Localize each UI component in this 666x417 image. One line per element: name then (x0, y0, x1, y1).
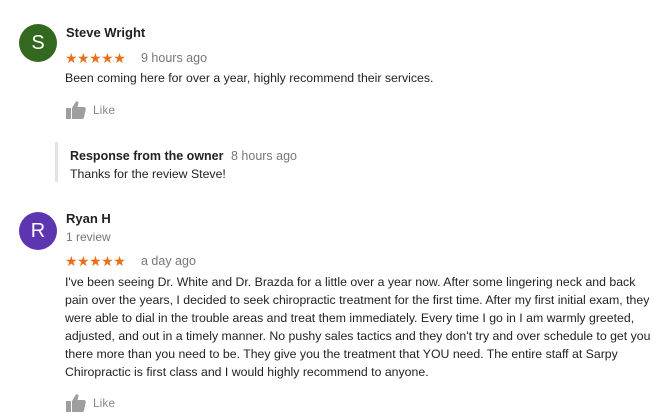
owner-response: Response from the owner 8 hours ago Than… (55, 142, 618, 182)
response-header: Response from the owner 8 hours ago (70, 149, 297, 163)
thumbs-up-icon (65, 393, 87, 413)
review-time: 9 hours ago (141, 51, 208, 65)
response-time: 8 hours ago (230, 149, 298, 163)
avatar[interactable]: R (19, 212, 57, 250)
thumbs-up-icon (65, 100, 87, 120)
like-button[interactable]: Like (65, 100, 115, 120)
star-rating: ★★★★★ (65, 50, 126, 66)
response-label: Response from the owner (70, 149, 224, 163)
reviewer-name[interactable]: Ryan H (66, 211, 111, 226)
reviewer-name[interactable]: Steve Wright (66, 25, 145, 40)
review-count[interactable]: 1 review (66, 230, 111, 244)
review-text: I've been seeing Dr. White and Dr. Brazd… (65, 275, 651, 379)
response-text: Thanks for the review Steve! (70, 167, 226, 181)
star-rating: ★★★★★ (65, 253, 126, 269)
like-label: Like (93, 396, 116, 410)
review-time: a day ago (141, 254, 196, 268)
like-label: Like (93, 103, 116, 117)
review-text: Been coming here for over a year, highly… (65, 71, 434, 85)
like-button[interactable]: Like (65, 393, 115, 413)
avatar[interactable]: S (19, 24, 57, 62)
